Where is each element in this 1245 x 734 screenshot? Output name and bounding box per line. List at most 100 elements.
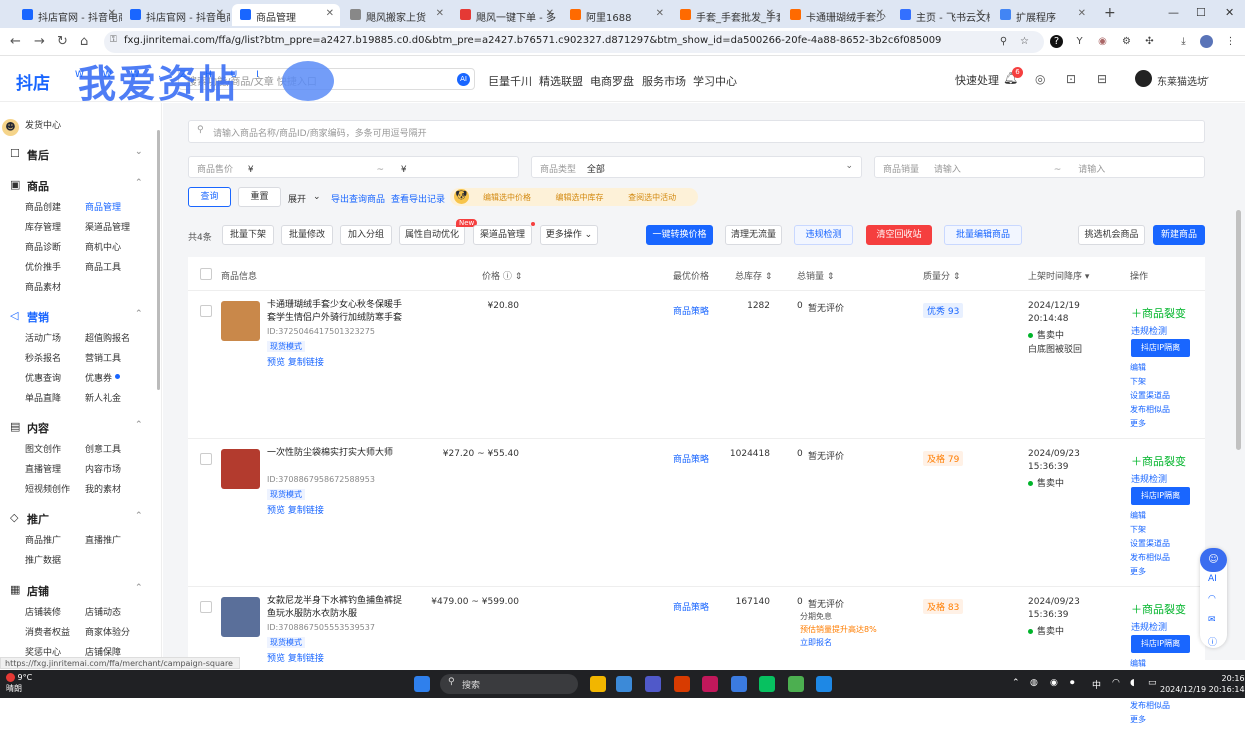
- export-button[interactable]: 导出查询商品: [331, 192, 385, 205]
- product-image[interactable]: [221, 449, 260, 489]
- quality-score[interactable]: 及格 79: [923, 451, 964, 466]
- price-from[interactable]: ¥: [248, 165, 254, 175]
- row-action-link[interactable]: 设置渠道品: [1130, 537, 1170, 551]
- sidebar-item[interactable]: 商品工具: [85, 260, 121, 273]
- download-icon[interactable]: ⤓: [1177, 35, 1190, 48]
- helper-tool-icon[interactable]: ☻: [2, 119, 19, 136]
- violation-check-link[interactable]: 违规检测: [1131, 620, 1167, 633]
- browser-app-icon[interactable]: [731, 676, 747, 692]
- row-action-link[interactable]: 编辑: [1130, 361, 1170, 375]
- reload-icon[interactable]: ↻: [57, 34, 68, 49]
- product-image[interactable]: [221, 301, 260, 341]
- sidebar-item[interactable]: 内容市场: [85, 462, 121, 475]
- best-price-link[interactable]: 商品策略: [673, 452, 709, 465]
- wps-icon[interactable]: [674, 676, 690, 692]
- chevron-down-icon[interactable]: ⌄: [1203, 72, 1211, 82]
- reset-button[interactable]: 重置: [238, 187, 281, 207]
- sidebar-item[interactable]: 店铺装修: [25, 605, 61, 618]
- browser-tab[interactable]: 主页 - 飞书云文档 ✕: [892, 4, 990, 26]
- sidebar-item[interactable]: 秒杀报名: [25, 351, 61, 364]
- chevron-icon[interactable]: ⌄: [135, 147, 143, 157]
- back-icon[interactable]: ←: [10, 34, 21, 49]
- browser-tab[interactable]: 手套_手套批发_手套 ✕: [672, 4, 780, 26]
- sidebar-item[interactable]: 商品推广: [25, 533, 61, 546]
- violation-check-button[interactable]: 违规检测: [794, 225, 853, 245]
- preview-copy-links[interactable]: 预览 复制链接: [267, 651, 324, 664]
- sidebar-item[interactable]: 优惠查询: [25, 371, 61, 384]
- batch-edit-products-button[interactable]: 批量编辑商品: [944, 225, 1022, 245]
- teams-icon[interactable]: [645, 676, 661, 692]
- ime-language[interactable]: 中: [1092, 678, 1101, 691]
- browser-tab[interactable]: 卡通珊瑚绒手套少 ✕: [782, 4, 890, 26]
- file-explorer-icon[interactable]: [590, 676, 606, 692]
- expand-button[interactable]: 展开: [288, 192, 306, 205]
- close-icon[interactable]: ✕: [108, 8, 116, 19]
- ip-isolation-button[interactable]: 抖店IP隔离: [1131, 635, 1190, 653]
- sidebar-item[interactable]: 新人礼金: [85, 391, 121, 404]
- sidebar-item[interactable]: 商品创建: [25, 200, 61, 213]
- wechat-icon[interactable]: [759, 676, 775, 692]
- product-image[interactable]: [221, 597, 260, 637]
- sidebar-item[interactable]: 商机中心: [85, 240, 121, 253]
- sidebar-item[interactable]: 活动广场: [25, 331, 61, 344]
- shop-icon[interactable]: ⊟: [1097, 72, 1107, 86]
- forward-icon[interactable]: →: [34, 34, 45, 49]
- export-log-link[interactable]: 查看导出记录: [391, 192, 445, 205]
- app-logo[interactable]: 抖店: [16, 69, 50, 94]
- header-quality[interactable]: 质量分 ⇕: [923, 269, 960, 282]
- pick-opportunity-button[interactable]: 挑选机会商品: [1078, 225, 1145, 245]
- sidebar-item[interactable]: 超值购报名: [85, 331, 130, 344]
- volume-icon[interactable]: ◖: [1130, 678, 1135, 688]
- product-split-button[interactable]: ＋商品裂变: [1131, 305, 1186, 321]
- product-split-button[interactable]: ＋商品裂变: [1131, 453, 1186, 469]
- header-price[interactable]: 价格 ⓘ ⇕: [482, 269, 522, 282]
- close-icon[interactable]: ✕: [436, 8, 444, 19]
- wifi-icon[interactable]: ◠: [1112, 678, 1120, 688]
- close-icon[interactable]: ✕: [326, 8, 334, 19]
- row-action-link[interactable]: 更多: [1130, 417, 1170, 431]
- row-checkbox[interactable]: [200, 453, 212, 465]
- product-type-select[interactable]: 商品类型 全部 ⌄: [531, 156, 862, 178]
- close-icon[interactable]: ✕: [876, 8, 884, 19]
- query-button[interactable]: 查询: [188, 187, 231, 207]
- sidebar-item[interactable]: 店铺动态: [85, 605, 121, 618]
- app-pink-icon[interactable]: [702, 676, 718, 692]
- sidebar-item[interactable]: 营销工具: [85, 351, 121, 364]
- sidebar-item[interactable]: 消费者权益: [25, 625, 70, 638]
- batch-edit-button[interactable]: 批量修改: [281, 225, 333, 245]
- close-icon[interactable]: ✕: [1078, 8, 1086, 19]
- row-action-link[interactable]: 发布相似品: [1130, 699, 1170, 713]
- browser-tab[interactable]: 扩展程序 ✕: [992, 4, 1092, 26]
- ai-search-icon[interactable]: AI: [457, 73, 470, 86]
- minimize-button[interactable]: —: [1168, 6, 1179, 19]
- nav-luopan[interactable]: 电商罗盘: [590, 73, 634, 89]
- browser-tab[interactable]: 飓风一键下单 - 多 ✕: [452, 4, 560, 26]
- robot-assistant-icon[interactable]: ☺: [1200, 548, 1227, 572]
- create-product-button[interactable]: 新建商品: [1153, 225, 1205, 245]
- avatar[interactable]: [1135, 70, 1152, 87]
- ip-isolation-button[interactable]: 抖店IP隔离: [1131, 339, 1190, 357]
- nav-jingxuan[interactable]: 精选联盟: [539, 73, 583, 89]
- row-checkbox[interactable]: [200, 601, 212, 613]
- row-action-link[interactable]: 编辑: [1130, 509, 1170, 523]
- sidebar-group-2[interactable]: ◁ 营销 ⌃: [10, 309, 143, 325]
- extension-tool-icon[interactable]: ⚙: [1120, 35, 1133, 48]
- nav-juliang[interactable]: 巨量千川: [488, 73, 532, 89]
- close-icon[interactable]: ✕: [656, 8, 664, 19]
- chrome-icon[interactable]: [788, 676, 804, 692]
- product-title[interactable]: 一次性防尘袋棉实打实大师大师: [267, 447, 407, 460]
- sidebar-item[interactable]: 优价推手: [25, 260, 61, 273]
- channel-product-button[interactable]: 渠道品管理: [473, 225, 532, 245]
- close-icon[interactable]: ✕: [976, 8, 984, 19]
- row-action-link[interactable]: 下架: [1130, 375, 1170, 389]
- chevron-icon[interactable]: ⌃: [135, 178, 143, 188]
- browser-menu-icon[interactable]: ⋮: [1224, 35, 1237, 48]
- row-action-link[interactable]: 更多: [1130, 565, 1170, 579]
- home-icon[interactable]: ⌂: [80, 34, 88, 49]
- ai-assistant-icon[interactable]: AI: [1208, 574, 1217, 584]
- preview-copy-links[interactable]: 预览 复制链接: [267, 503, 324, 516]
- preview-copy-links[interactable]: 预览 复制链接: [267, 355, 324, 368]
- product-search-input[interactable]: 请输入商品名称/商品ID/商家编码，多条可用逗号隔开: [188, 120, 1205, 143]
- sales-extra[interactable]: 立即报名: [800, 637, 832, 648]
- product-title[interactable]: 女款尼龙半身下水裤钓鱼捕鱼裤捉鱼玩水服防水衣防水服: [267, 595, 407, 621]
